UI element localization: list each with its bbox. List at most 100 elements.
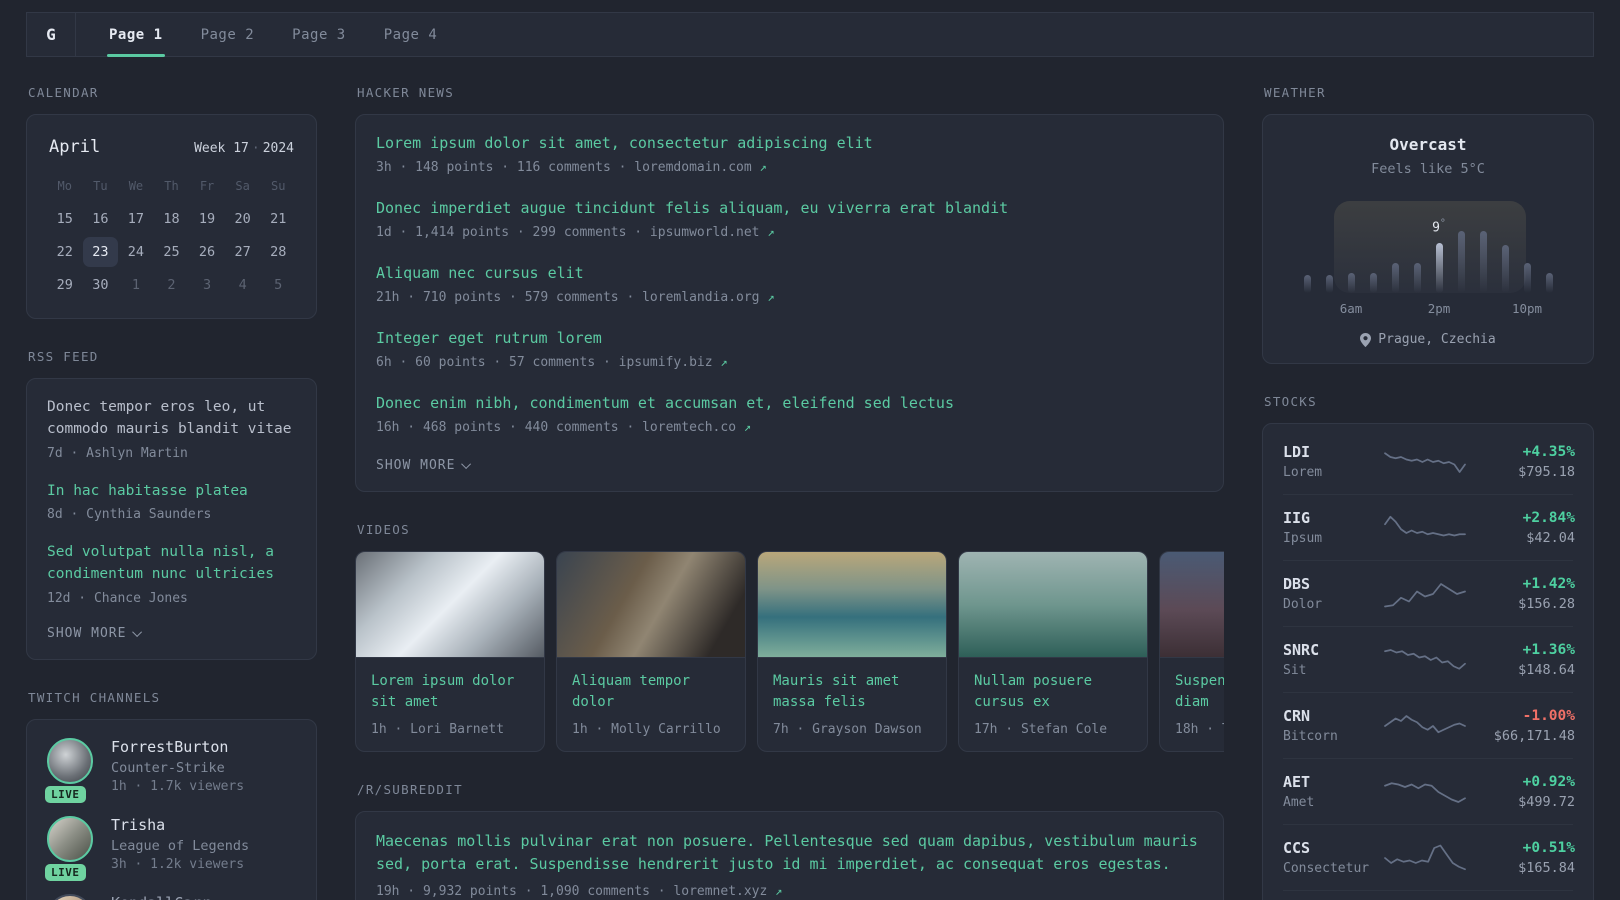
video-title[interactable]: Lorem ipsum dolor sit amet consectetu…	[371, 671, 529, 713]
stock-name: Amet	[1283, 795, 1315, 810]
hackernews-item: Integer eget rutrum lorem 6h · 60 points …	[376, 328, 1203, 370]
stock-symbol[interactable]: CCS	[1283, 839, 1379, 857]
twitch-channel-row[interactable]: KendallCarr	[47, 893, 296, 900]
rss-item-meta: 7d · Ashlyn Martin	[47, 445, 188, 461]
avatar[interactable]	[47, 893, 93, 900]
hackernews-item-meta-text: 21h · 710 points · 579 comments · loreml…	[376, 290, 760, 305]
stocks-header: STOCKS	[1264, 394, 1317, 409]
map-pin-icon	[1360, 332, 1372, 347]
stock-symbol[interactable]: LDI	[1283, 443, 1379, 461]
stock-sparkline	[1379, 645, 1471, 675]
calendar-day: 29	[56, 277, 73, 293]
app-logo[interactable]: G	[27, 13, 76, 56]
video-title[interactable]: Nullam posuere cursus ex	[974, 671, 1132, 713]
weather-bar	[1391, 263, 1399, 293]
calendar-week-year: Week 17 · 2024	[194, 141, 294, 156]
stock-symbol[interactable]: IIG	[1283, 509, 1379, 527]
weather-feels-like: Feels like 5°C	[1371, 161, 1485, 177]
twitch-channel-game: League of Legends	[111, 837, 250, 854]
hackernews-item-title[interactable]: Integer eget rutrum lorem	[376, 328, 1203, 349]
twitch-channel-row[interactable]: LIVE Trisha League of Legends 3h · 1.2k vie…	[45, 815, 296, 881]
tab-page-2[interactable]: Page 2	[182, 13, 274, 56]
stock-symbol[interactable]: DBS	[1283, 575, 1379, 593]
hackernews-item-title[interactable]: Donec enim nibh, condimentum et accumsan…	[376, 393, 1203, 414]
sparkline-chart	[1384, 844, 1466, 870]
weather-bar	[1545, 273, 1553, 293]
tab-page-3[interactable]: Page 3	[273, 13, 365, 56]
weather-bar	[1369, 273, 1377, 293]
calendar-day: 22	[56, 244, 73, 260]
rss-show-more-button[interactable]: SHOW MORE	[47, 626, 296, 641]
rss-item-title[interactable]: Sed volutpat nulla nisl, a condimentum n…	[47, 542, 296, 586]
twitch-channel-row[interactable]: LIVE ForrestBurton Counter-Strike 1h · 1.7k…	[45, 737, 296, 803]
rss-item-title[interactable]: Donec tempor eros leo, ut commodo mauris…	[47, 397, 296, 441]
stock-value-block: +2.84% $42.04	[1471, 510, 1575, 546]
video-thumbnail[interactable]	[1160, 552, 1224, 658]
calendar-day: 4	[238, 277, 247, 293]
twitch-list: LIVE ForrestBurton Counter-Strike 1h · 1.7k…	[45, 737, 296, 900]
video-thumbnail[interactable]	[557, 552, 745, 658]
sparkline-chart	[1384, 781, 1466, 803]
weather-hour-label: 10pm	[1511, 301, 1543, 316]
subreddit-header: /R/SUBREDDIT	[357, 782, 463, 797]
weather-card: Overcast Feels like 5°C 9° 6am 2pm 10pm Pr…	[1262, 114, 1594, 364]
hackernews-item: Donec enim nibh, condimentum et accumsan…	[376, 393, 1203, 435]
stock-row: AET Amet +0.92% $499.72	[1283, 758, 1575, 824]
calendar-dow: Tu	[93, 179, 108, 193]
rss-item-title[interactable]: In hac habitasse platea	[47, 481, 296, 503]
tab-page-1[interactable]: Page 1	[90, 13, 182, 57]
live-badge: LIVE	[45, 785, 86, 803]
stock-id-block: AET Amet	[1283, 773, 1379, 810]
video-card-body: Suspendisse diam 18h · Tara	[1160, 658, 1224, 751]
hackernews-item-title[interactable]: Donec imperdiet augue tincidunt felis al…	[376, 198, 1203, 219]
tab-page-4[interactable]: Page 4	[365, 13, 457, 56]
calendar-dow: We	[128, 179, 144, 193]
calendar-year: 2024	[262, 141, 294, 156]
stock-row: DBS Dolor +1.42% $156.28	[1283, 560, 1575, 626]
video-title[interactable]: Suspendisse diam	[1175, 671, 1224, 713]
stock-symbol[interactable]: CRN	[1283, 707, 1379, 725]
stock-symbol[interactable]: SNRC	[1283, 641, 1379, 659]
stock-name: Consectetur	[1283, 861, 1370, 876]
stock-sparkline	[1379, 579, 1471, 609]
video-card[interactable]: Lorem ipsum dolor sit amet consectetu… 1h…	[355, 551, 545, 752]
video-card[interactable]: Nullam posuere cursus ex 17h · Stefan Col…	[958, 551, 1148, 752]
calendar-dow: Fr	[199, 179, 215, 193]
stock-id-block: CRN Bitcorn	[1283, 707, 1379, 744]
stock-change: +1.36%	[1522, 641, 1575, 658]
video-card[interactable]: Aliquam tempor dolor nec pharetra… 1h · M…	[556, 551, 746, 752]
stock-id-block: IIG Ipsum	[1283, 509, 1379, 546]
video-meta: 7h · Grayson Dawson	[773, 722, 922, 737]
avatar[interactable]	[47, 737, 93, 784]
twitch-channel-name[interactable]: Trisha	[111, 816, 249, 834]
avatar[interactable]	[47, 815, 93, 862]
external-link-icon: ↗	[759, 160, 767, 174]
calendar-day: 21	[270, 211, 287, 227]
video-meta: 1h · Molly Carrillo	[572, 722, 721, 737]
video-card[interactable]: Mauris sit amet massa felis 7h · Grayson …	[757, 551, 947, 752]
hackernews-item-title[interactable]: Aliquam nec cursus elit	[376, 263, 1203, 284]
stock-change: +0.92%	[1522, 773, 1575, 790]
twitch-channel-name[interactable]: ForrestBurton	[111, 738, 244, 756]
video-title[interactable]: Mauris sit amet massa felis	[773, 671, 931, 713]
reddit-post-title[interactable]: Maecenas mollis pulvinar erat non posuer…	[376, 830, 1203, 877]
stock-id-block: SNRC Sit	[1283, 641, 1379, 678]
hackernews-item-title[interactable]: Lorem ipsum dolor sit amet, consectetur …	[376, 133, 1203, 154]
video-thumbnail[interactable]	[959, 552, 1147, 658]
hackernews-show-more-button[interactable]: SHOW MORE	[376, 458, 1203, 473]
twitch-channel-name[interactable]: KendallCarr	[111, 894, 210, 900]
page-tabs: Page 1 Page 2 Page 3 Page 4	[90, 13, 457, 57]
video-title[interactable]: Aliquam tempor dolor nec pharetra…	[572, 671, 730, 713]
stock-value-block: +1.36% $148.64	[1471, 642, 1575, 678]
video-card[interactable]: Suspendisse diam 18h · Tara	[1159, 551, 1224, 752]
video-thumbnail[interactable]	[356, 552, 544, 658]
calendar-day: 30	[92, 277, 109, 293]
video-thumbnail[interactable]	[758, 552, 946, 658]
stock-row: IIG Ipsum +2.84% $42.04	[1283, 494, 1575, 560]
stock-row: AHS+0.46%	[1283, 890, 1573, 900]
stock-value-block: +4.35% $795.18	[1471, 444, 1575, 480]
stock-symbol[interactable]: AET	[1283, 773, 1379, 791]
chevron-down-icon	[132, 626, 143, 637]
twitch-channel-meta: 3h · 1.2k viewers	[111, 856, 245, 872]
weather-location: Prague, Czechia	[1378, 332, 1496, 347]
